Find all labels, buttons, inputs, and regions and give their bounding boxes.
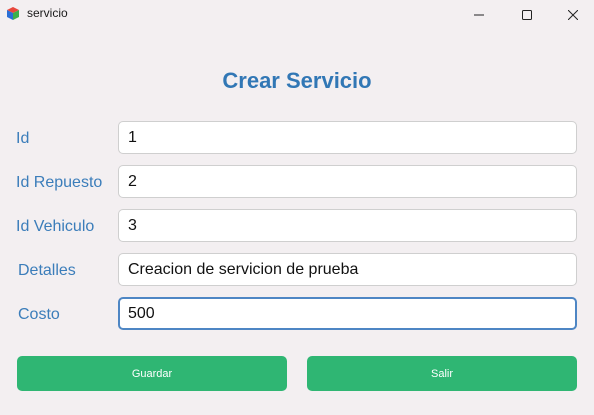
id-repuesto-field[interactable] [118,165,577,198]
id-label: Id [16,130,30,147]
salir-button[interactable]: Salir [307,356,577,391]
close-button[interactable] [550,0,594,29]
app-cube-icon [7,7,19,20]
form-title: Crear Servicio [222,68,372,93]
minimize-button[interactable] [456,0,502,29]
guardar-button[interactable]: Guardar [17,356,287,391]
id-repuesto-label: Id Repuesto [16,174,103,191]
window-title: servicio [27,6,68,20]
id-vehiculo-field[interactable] [118,209,577,242]
window-titlebar: servicio [0,0,594,29]
maximize-icon [522,9,532,20]
minimize-icon [474,14,484,15]
costo-field[interactable] [118,297,577,330]
close-icon [568,9,578,20]
maximize-button[interactable] [504,0,550,29]
costo-label: Costo [18,306,60,323]
id-vehiculo-label: Id Vehiculo [16,218,95,235]
detalles-field[interactable] [118,253,577,286]
id-field[interactable] [118,121,577,154]
detalles-label: Detalles [18,262,76,279]
